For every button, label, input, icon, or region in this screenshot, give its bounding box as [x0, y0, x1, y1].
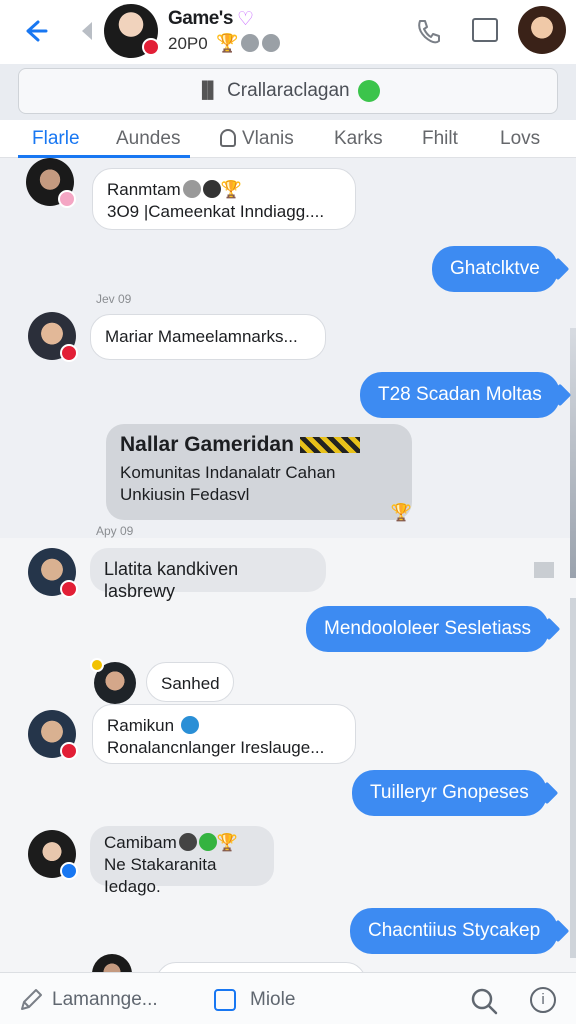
message-bubble-outgoing[interactable]: Chacntiius Stycakep: [350, 908, 559, 954]
bar-chart-icon: ▐▌: [196, 82, 220, 99]
message-bubble-incoming[interactable]: [156, 962, 366, 972]
collapse-triangle-icon[interactable]: [82, 22, 92, 40]
message-text: Komunitas Indanalatr Cahan: [120, 463, 336, 482]
date-separator: Jev 09: [96, 292, 132, 306]
status-dot: [60, 742, 78, 760]
avatar[interactable]: [28, 312, 78, 362]
avatar[interactable]: [90, 658, 136, 704]
back-arrow-icon[interactable]: [22, 14, 52, 48]
image-icon[interactable]: [534, 562, 554, 578]
pencil-icon[interactable]: [18, 987, 44, 1013]
tab-vlanis[interactable]: Vlanis: [220, 128, 294, 150]
message-input[interactable]: Lamannge...: [52, 989, 158, 1011]
tab-aundes[interactable]: Aundes: [116, 128, 180, 150]
avatar[interactable]: [28, 830, 78, 880]
user-profile-avatar[interactable]: [518, 6, 566, 54]
message-bubble-outgoing[interactable]: Tuilleryr Gnopeses: [352, 770, 547, 816]
group-avatar[interactable]: [104, 4, 160, 58]
circle-icon: [241, 34, 260, 52]
video-call-icon[interactable]: [472, 18, 498, 42]
tab-flarle[interactable]: Flarle: [32, 128, 80, 150]
group-name[interactable]: Game's: [168, 8, 233, 30]
group-sub-icons: 🏆: [216, 33, 281, 53]
chat-header: Game's ♡ 20P0 🏆: [0, 0, 576, 64]
gem-icon: [180, 716, 199, 734]
trophy-icon: 🏆: [216, 833, 238, 852]
trophy-icon: 🏆: [220, 180, 242, 199]
message-title: Nallar Gameridan: [120, 433, 294, 456]
message-bubble-outgoing[interactable]: Mendoololeer Sesletiass: [306, 606, 550, 652]
search-icon[interactable]: [470, 987, 498, 1015]
emoji-icon: [357, 80, 380, 102]
message-text: Ronalancnlanger Ireslauge...: [107, 738, 325, 757]
message-bubble-incoming[interactable]: Ranmtam 🏆 3O9 |Cameenkat Inndiagg....: [92, 168, 356, 230]
sticker-icon[interactable]: [214, 989, 236, 1011]
status-dot: [58, 190, 76, 208]
status-dot: [90, 658, 104, 672]
member-avatar-icon: [202, 180, 221, 198]
message-text: Ne Stakaranita Iedago.: [104, 855, 217, 896]
status-badge: [142, 38, 160, 56]
scrollbar-track[interactable]: [570, 598, 576, 958]
avatar[interactable]: [26, 158, 76, 208]
message-composer: Lamannge... Miole i: [0, 972, 576, 1024]
message-bubble-incoming[interactable]: Mariar Mameelamnarks...: [90, 314, 326, 360]
status-dot: [60, 344, 78, 362]
sender-name: Ramikun: [107, 716, 175, 735]
phone-call-icon[interactable]: [414, 18, 442, 46]
message-bubble-highlighted[interactable]: Nallar Gameridan Komunitas Indanalatr Ca…: [106, 424, 412, 522]
sender-name: Ranmtam: [107, 180, 181, 199]
scrollbar-track[interactable]: [570, 328, 576, 578]
tab-karks[interactable]: Karks: [334, 128, 383, 150]
message-bubble-incoming[interactable]: Ramikun Ronalancnlanger Ireslauge...: [92, 704, 356, 764]
sender-name: Camibam: [104, 833, 177, 852]
reaction-icon[interactable]: 🏆: [391, 502, 412, 524]
emoji-icon: [198, 833, 217, 851]
date-separator: Apy 09: [96, 524, 134, 538]
pinned-message-bar[interactable]: ▐▌ Crallaraclagan: [18, 68, 558, 114]
member-avatar-icon: [182, 180, 201, 198]
message-text: Unkiusin Fedasvl: [120, 485, 250, 504]
tab-lovs[interactable]: Lovs: [500, 128, 540, 150]
circle-icon: [262, 34, 281, 52]
tab-fhilt[interactable]: Fhilt: [422, 128, 458, 150]
info-icon[interactable]: i: [530, 987, 556, 1013]
group-member-count: 20P0: [168, 34, 208, 53]
pinned-text: Crallaraclagan: [227, 80, 350, 101]
message-bubble-incoming[interactable]: Sanhed: [146, 662, 234, 702]
tab-vlanis-label: Vlanis: [242, 128, 294, 149]
avatar[interactable]: [28, 548, 78, 598]
tab-bar: Flarle Aundes Vlanis Karks Fhilt Lovs: [0, 120, 576, 158]
message-text: 3O9 |Cameenkat Inndiagg....: [107, 202, 325, 221]
message-bubble-outgoing[interactable]: T28 Scadan Moltas: [360, 372, 560, 418]
trophy-icon: 🏆: [216, 33, 239, 53]
message-bubble-incoming[interactable]: Llatita kandkiven lasbrewy: [90, 548, 326, 601]
member-avatar-icon: [178, 833, 197, 851]
message-bubble-outgoing[interactable]: Ghatclktve: [432, 246, 558, 292]
lock-icon: [220, 129, 236, 147]
avatar[interactable]: [28, 710, 78, 760]
message-bubble-incoming[interactable]: Camibam 🏆 Ne Stakaranita Iedago.: [90, 826, 274, 896]
message-list[interactable]: Ranmtam 🏆 3O9 |Cameenkat Inndiagg.... Gha…: [0, 158, 576, 972]
sticker-icon: [299, 437, 360, 453]
heart-icon: ♡: [237, 9, 255, 30]
status-dot: [60, 580, 78, 598]
mode-label[interactable]: Miole: [250, 989, 295, 1011]
status-dot: [60, 862, 78, 880]
